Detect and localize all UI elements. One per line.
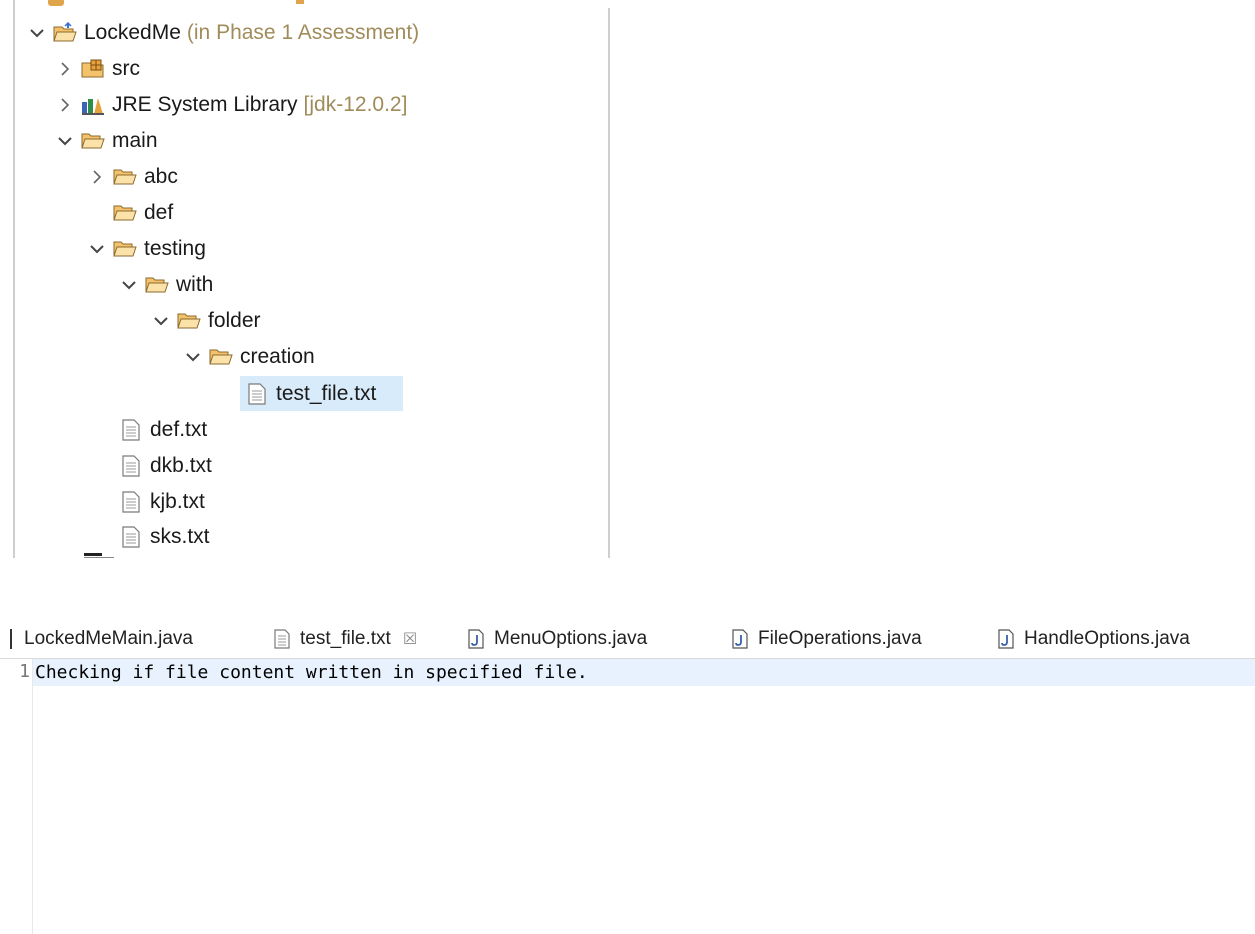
tree-item-label: sks.txt	[150, 525, 210, 548]
tree-item-abc[interactable]: abc	[86, 160, 178, 194]
java-file-icon	[466, 629, 486, 649]
tree-item-src[interactable]: src	[54, 52, 140, 86]
tree-item-project[interactable]: LockedMe (in Phase 1 Assessment)	[26, 16, 419, 50]
tree-item-dkb-txt[interactable]: dkb.txt	[114, 449, 212, 483]
folder-icon	[112, 200, 138, 226]
text-file-icon	[118, 524, 144, 550]
folder-icon	[112, 164, 138, 190]
tab-label: MenuOptions.java	[494, 628, 648, 649]
chevron-down-icon[interactable]	[150, 310, 172, 332]
tab-menuoptions[interactable]: MenuOptions.java	[466, 620, 647, 658]
chevron-down-icon[interactable]	[86, 238, 108, 260]
text-file-icon	[118, 453, 144, 479]
tab-label: LockedMeMain.java	[24, 628, 193, 649]
chevron-down-icon[interactable]	[182, 346, 204, 368]
tab-lockedmemain[interactable]: LockedMeMain.java	[0, 620, 193, 658]
chevron-down-icon[interactable]	[26, 22, 48, 44]
line-number-gutter: 1	[0, 659, 33, 934]
tree-item-label: main	[112, 129, 158, 152]
project-folder-icon	[52, 20, 78, 46]
java-file-icon	[0, 629, 12, 649]
tree-item-sks-txt[interactable]: sks.txt	[114, 520, 210, 554]
library-decoration: [jdk-12.0.2]	[303, 93, 408, 116]
close-icon[interactable]: ☒	[403, 629, 417, 649]
tree-item-test-file[interactable]: test_file.txt	[240, 377, 376, 411]
explorer-left-border	[13, 0, 15, 558]
text-file-icon	[244, 381, 270, 407]
tree-item-label: test_file.txt	[276, 382, 377, 405]
text-file-icon	[118, 489, 144, 515]
tree-item-creation[interactable]: creation	[182, 340, 315, 374]
chevron-down-icon[interactable]	[54, 130, 76, 152]
tree-item-folder[interactable]: folder	[150, 304, 261, 338]
tree-item-jre-library[interactable]: JRE System Library [jdk-12.0.2]	[54, 88, 407, 122]
tree-item-label: creation	[240, 345, 315, 368]
clipped-folder-icon	[48, 0, 64, 6]
tab-label: FileOperations.java	[758, 628, 922, 649]
project-name: LockedMe	[84, 21, 181, 44]
folder-icon	[208, 344, 234, 370]
chevron-right-icon[interactable]	[86, 166, 108, 188]
java-file-icon	[730, 629, 750, 649]
tab-handleoptions[interactable]: HandleOptions.java	[996, 620, 1190, 658]
tree-item-label: testing	[144, 237, 206, 260]
folder-icon	[112, 236, 138, 262]
folder-icon	[176, 308, 202, 334]
chevron-right-icon[interactable]	[54, 58, 76, 80]
editor-tab-bar: LockedMeMain.java test_file.txt ☒ MenuOp…	[0, 620, 1255, 659]
clipped-mark	[296, 0, 304, 4]
java-file-icon	[996, 629, 1016, 649]
text-file-icon	[118, 417, 144, 443]
text-editor[interactable]: 1 Checking if file content written in sp…	[0, 659, 1255, 934]
tree-item-label: src	[112, 57, 140, 80]
tree-item-def[interactable]: def	[108, 196, 173, 230]
project-decoration: (in Phase 1 Assessment)	[186, 21, 420, 44]
library-icon	[80, 92, 106, 118]
tree-item-label: with	[176, 273, 214, 296]
tab-label: HandleOptions.java	[1024, 628, 1190, 649]
tab-fileoperations[interactable]: FileOperations.java	[730, 620, 922, 658]
chevron-down-icon[interactable]	[118, 274, 140, 296]
editor-line[interactable]: Checking if file content written in spec…	[33, 659, 1255, 686]
tree-item-label: def	[144, 201, 174, 224]
tree-item-label: folder	[208, 309, 261, 332]
tree-item-label: def.txt	[150, 418, 208, 441]
tree-item-def-txt[interactable]: def.txt	[114, 413, 207, 447]
tree-item-kjb-txt[interactable]: kjb.txt	[114, 485, 205, 519]
tab-label: test_file.txt	[300, 628, 391, 649]
tab-test-file[interactable]: test_file.txt ☒	[262, 620, 428, 658]
tree-item-testing[interactable]: testing	[86, 232, 206, 266]
folder-icon	[144, 272, 170, 298]
clipped-item-icon	[82, 548, 120, 558]
explorer-right-border	[608, 8, 610, 558]
tree-item-label: kjb.txt	[150, 490, 205, 513]
tree-item-label: abc	[144, 165, 178, 188]
package-folder-icon	[80, 56, 106, 82]
tree-item-label: JRE System Library	[112, 93, 298, 116]
tree-item-with[interactable]: with	[118, 268, 213, 302]
tree-item-main[interactable]: main	[54, 124, 158, 158]
text-file-icon	[272, 629, 292, 649]
tree-item-label: dkb.txt	[150, 454, 212, 477]
chevron-right-icon[interactable]	[54, 94, 76, 116]
line-number: 1	[19, 661, 30, 682]
folder-open-icon	[80, 128, 106, 154]
project-explorer: LockedMe (in Phase 1 Assessment) src JRE…	[0, 0, 612, 558]
